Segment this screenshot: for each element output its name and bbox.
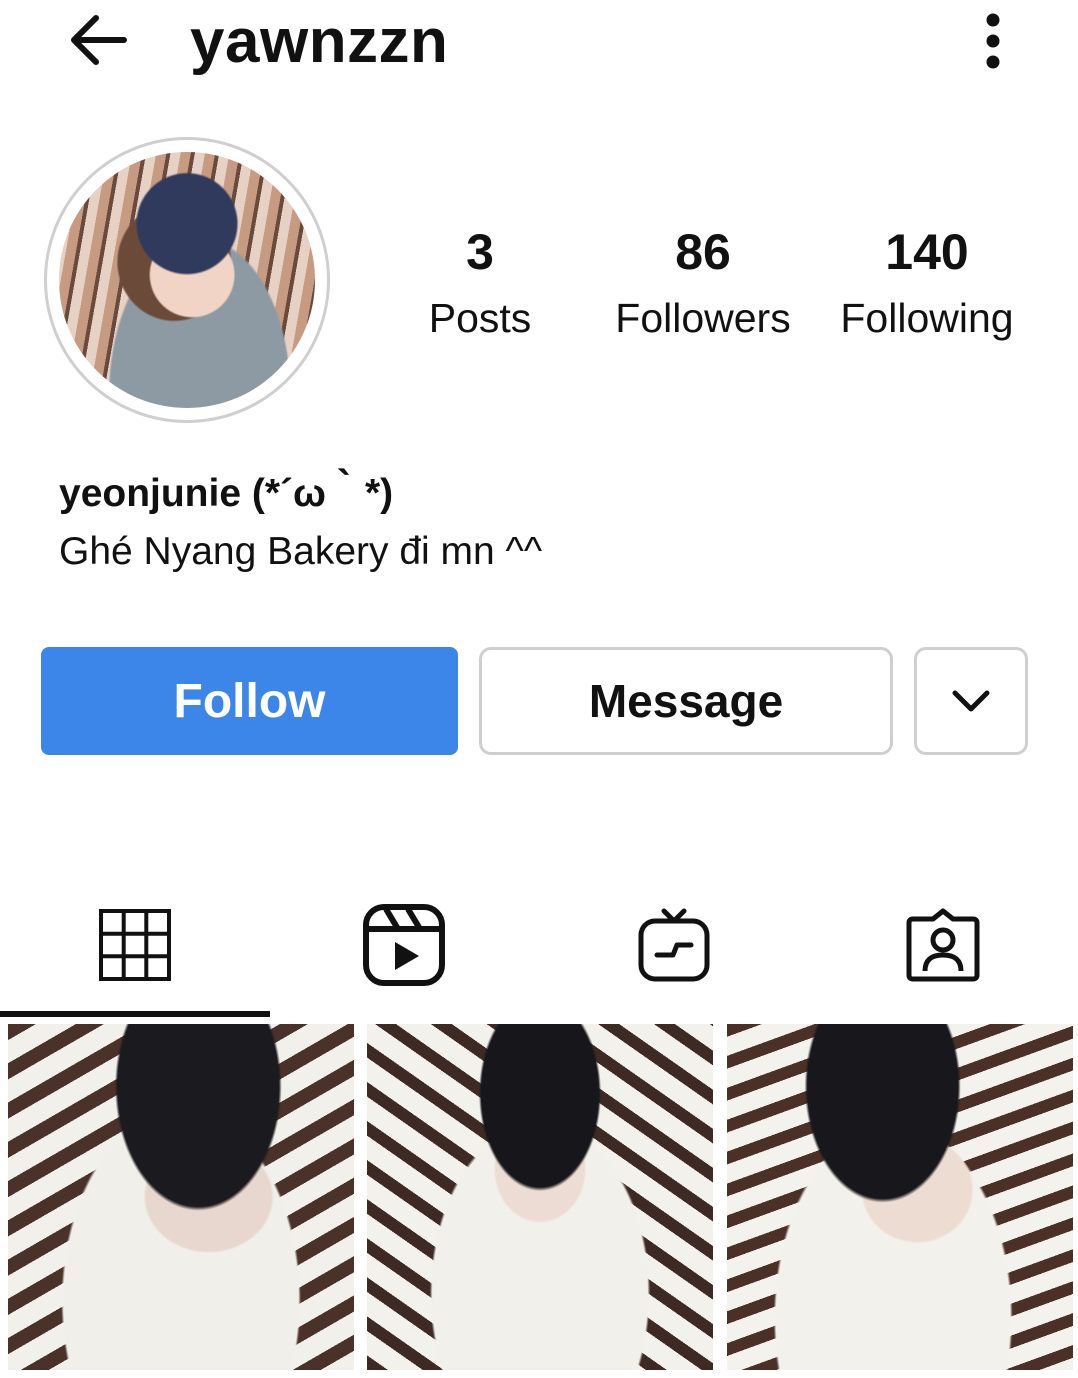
post-photo [727,1024,1073,1370]
tab-igtv[interactable] [539,880,809,1010]
arrow-left-icon [71,15,127,65]
post-thumbnail[interactable] [727,1024,1073,1370]
avatar-photo [59,152,315,408]
suggested-accounts-button[interactable] [914,647,1028,755]
bio-text: Ghé Nyang Bakery đi mn ^^ [59,530,543,573]
follow-button[interactable]: Follow [41,647,458,755]
post-photo [8,1024,354,1370]
igtv-icon [638,908,710,982]
reels-icon [363,904,445,986]
posts-label: Posts [428,295,532,341]
display-name: yeonjunie (*´ω｀*) [59,472,394,515]
grid-icon [99,909,171,981]
followers-count: 86 [675,224,731,280]
stat-following[interactable]: 140 Following [827,222,1027,346]
post-photo [367,1024,713,1370]
stat-followers[interactable]: 86 Followers [603,222,803,346]
vertical-ellipsis-icon [986,13,1000,69]
post-thumbnail[interactable] [8,1024,354,1370]
chevron-down-icon [952,690,990,712]
tab-reels[interactable] [269,880,539,1010]
post-thumbnail[interactable] [367,1024,713,1370]
back-button[interactable] [62,8,136,72]
message-button[interactable]: Message [479,647,893,755]
active-tab-indicator [0,1011,270,1017]
following-count: 140 [885,224,969,280]
posts-count: 3 [466,224,494,280]
followers-label: Followers [615,295,791,341]
stat-posts[interactable]: 3 Posts [380,222,580,346]
more-options-button[interactable] [966,6,1020,76]
tagged-icon [906,908,980,982]
tab-grid[interactable] [0,880,270,1010]
following-label: Following [840,295,1014,341]
profile-username-title: yawnzzn [190,7,449,76]
avatar[interactable] [44,137,330,423]
tab-tagged[interactable] [808,880,1078,1010]
